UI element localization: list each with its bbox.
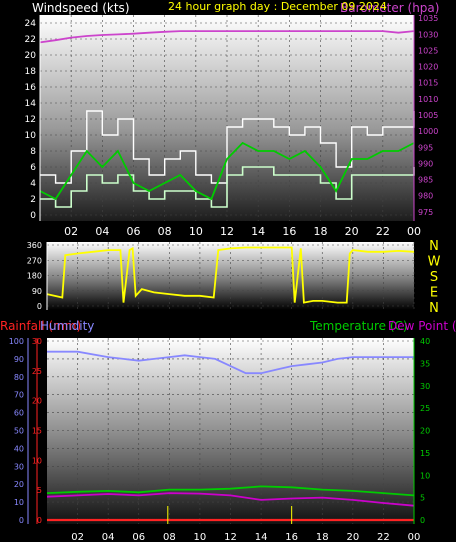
rain-humidity-temperature-panel: 0 5 10 15 20 25 30 0 10 20 30 40 50 60 70 80 90 100 0 5 10… [9, 337, 430, 542]
humidity-tick-label: 100 [9, 337, 24, 346]
humidity-tick-label: 10 [14, 498, 24, 507]
direction-tick-label: 270 [27, 256, 42, 265]
windspeed-tick-label: 22 [25, 35, 36, 45]
temperature-tick-label: 10 [420, 471, 430, 480]
compass-label: S [430, 270, 438, 285]
barometer-tick-label: 985 [418, 176, 433, 185]
time-tick-label: 08 [163, 532, 176, 542]
windspeed-tick-label: 4 [30, 179, 36, 189]
time-tick-label: 10 [189, 225, 203, 238]
time-tick-label: 14 [251, 225, 265, 238]
barometer-tick-label: 1020 [418, 63, 438, 72]
temperature-tick-label: 15 [420, 449, 430, 458]
compass-label: W [428, 255, 441, 270]
time-tick-label: 12 [220, 225, 234, 238]
humidity-ticks: 0 10 20 30 40 50 60 70 80 90 100 [9, 337, 29, 525]
humidity-tick-label: 70 [14, 391, 24, 400]
humidity-tick-label: 90 [14, 355, 24, 364]
temperature-tick-label: 20 [420, 427, 430, 436]
time-tick-label: 00 [408, 532, 421, 542]
direction-tick-label: 180 [27, 272, 42, 281]
time-tick-label: 16 [282, 225, 296, 238]
windspeed-tick-label: 14 [25, 99, 37, 109]
time-tick-label: 08 [158, 225, 172, 238]
time-tick-label: 18 [314, 225, 328, 238]
compass-label: N [429, 239, 439, 254]
windspeed-tick-label: 16 [25, 83, 37, 93]
time-tick-label: 04 [95, 225, 109, 238]
wind-direction-panel: 090180270360 NWSEN [27, 239, 441, 316]
windspeed-tick-label: 6 [30, 163, 36, 173]
time-tick-label: 22 [377, 532, 390, 542]
humidity-tick-label: 80 [14, 373, 24, 382]
time-tick-label: 02 [71, 532, 84, 542]
weather-graph-canvas: Windspeed (kts) Barometer (hpa) 24 hour … [0, 0, 456, 542]
direction-tick-label: 0 [37, 302, 42, 311]
windspeed-axis-title: Windspeed (kts) [32, 1, 130, 15]
compass-label: N [429, 301, 439, 316]
barometer-tick-label: 995 [418, 143, 433, 152]
windspeed-tick-label: 2 [30, 195, 36, 205]
time-tick-label: 18 [316, 532, 329, 542]
temperature-tick-label: 5 [420, 494, 425, 503]
time-tick-label: 20 [345, 225, 359, 238]
humidity-tick-label: 50 [14, 427, 24, 436]
time-tick-label: 06 [132, 532, 145, 542]
time-tick-label: 04 [102, 532, 115, 542]
time-tick-label: 12 [224, 532, 237, 542]
dewpoint-axis-title: Dew Point (C) [388, 319, 456, 333]
time-tick-label: 20 [346, 532, 359, 542]
barometer-tick-label: 1030 [418, 30, 438, 39]
rainfall-tick-label: 0 [37, 516, 42, 525]
time-tick-label: 10 [194, 532, 207, 542]
windspeed-ticks: 024681012141618202224 [25, 15, 41, 221]
time-tick-label: 14 [255, 532, 268, 542]
temperature-tick-label: 0 [420, 516, 425, 525]
windspeed-tick-label: 18 [25, 67, 37, 77]
windspeed-tick-label: 8 [30, 147, 36, 157]
barometer-tick-label: 1010 [418, 95, 438, 104]
time-tick-label: 22 [376, 225, 390, 238]
temperature-tick-label: 25 [420, 404, 430, 413]
temperature-tick-label: 30 [420, 382, 430, 391]
time-tick-label: 00 [407, 225, 421, 238]
humidity-tick-label: 30 [14, 462, 24, 471]
windspeed-tick-label: 12 [25, 115, 36, 125]
rainfall-ticks: 051015202530 [32, 337, 42, 525]
compass-label: E [430, 286, 438, 301]
humidity-tick-label: 0 [19, 516, 24, 525]
wind-panel-time-ticks: 02 04 06 08 10 12 14 16 18 20 22 00 [64, 225, 421, 238]
compass-labels: NWSEN [428, 239, 441, 316]
barometer-tick-label: 1005 [418, 111, 438, 120]
windspeed-tick-label: 24 [25, 19, 37, 29]
humidity-tick-label: 40 [14, 444, 24, 453]
wind-barometer-panel: 024681012141618202224 975980985990995100… [25, 14, 439, 238]
windspeed-tick-label: 20 [25, 51, 37, 61]
barometer-tick-label: 1015 [418, 79, 438, 88]
barometer-tick-label: 980 [418, 192, 433, 201]
barometer-tick-label: 1035 [418, 14, 438, 23]
barometer-tick-label: 1000 [418, 127, 438, 136]
time-tick-label: 06 [127, 225, 141, 238]
barometer-tick-label: 1025 [418, 46, 438, 55]
windspeed-tick-label: 10 [25, 131, 37, 141]
temperature-tick-label: 35 [420, 359, 430, 368]
barometer-ticks: 975 980 985 990 995 1000 1005 1010 1015 1020 1025 1… [413, 14, 438, 221]
rainfall-tick-label: 5 [37, 486, 42, 495]
barometer-tick-label: 975 [418, 208, 433, 217]
direction-degree-ticks: 0 90 180 270 360 [27, 241, 48, 311]
temperature-ticks: 0 5 10 15 20 25 30 35 40 [413, 337, 430, 525]
temperature-tick-label: 40 [420, 337, 430, 346]
humidity-tick-label: 60 [14, 409, 24, 418]
direction-tick-label: 90 [32, 287, 42, 296]
humidity-axis-title: Humidity [40, 319, 94, 333]
direction-tick-label: 360 [27, 241, 42, 250]
humidity-tick-label: 20 [14, 480, 24, 489]
barometer-tick-label: 990 [418, 159, 433, 168]
time-tick-label: 02 [64, 225, 78, 238]
graph-title: 24 hour graph day : December 09 2024 [168, 0, 387, 13]
time-tick-label: 16 [285, 532, 298, 542]
windspeed-tick-label: 0 [30, 211, 36, 221]
